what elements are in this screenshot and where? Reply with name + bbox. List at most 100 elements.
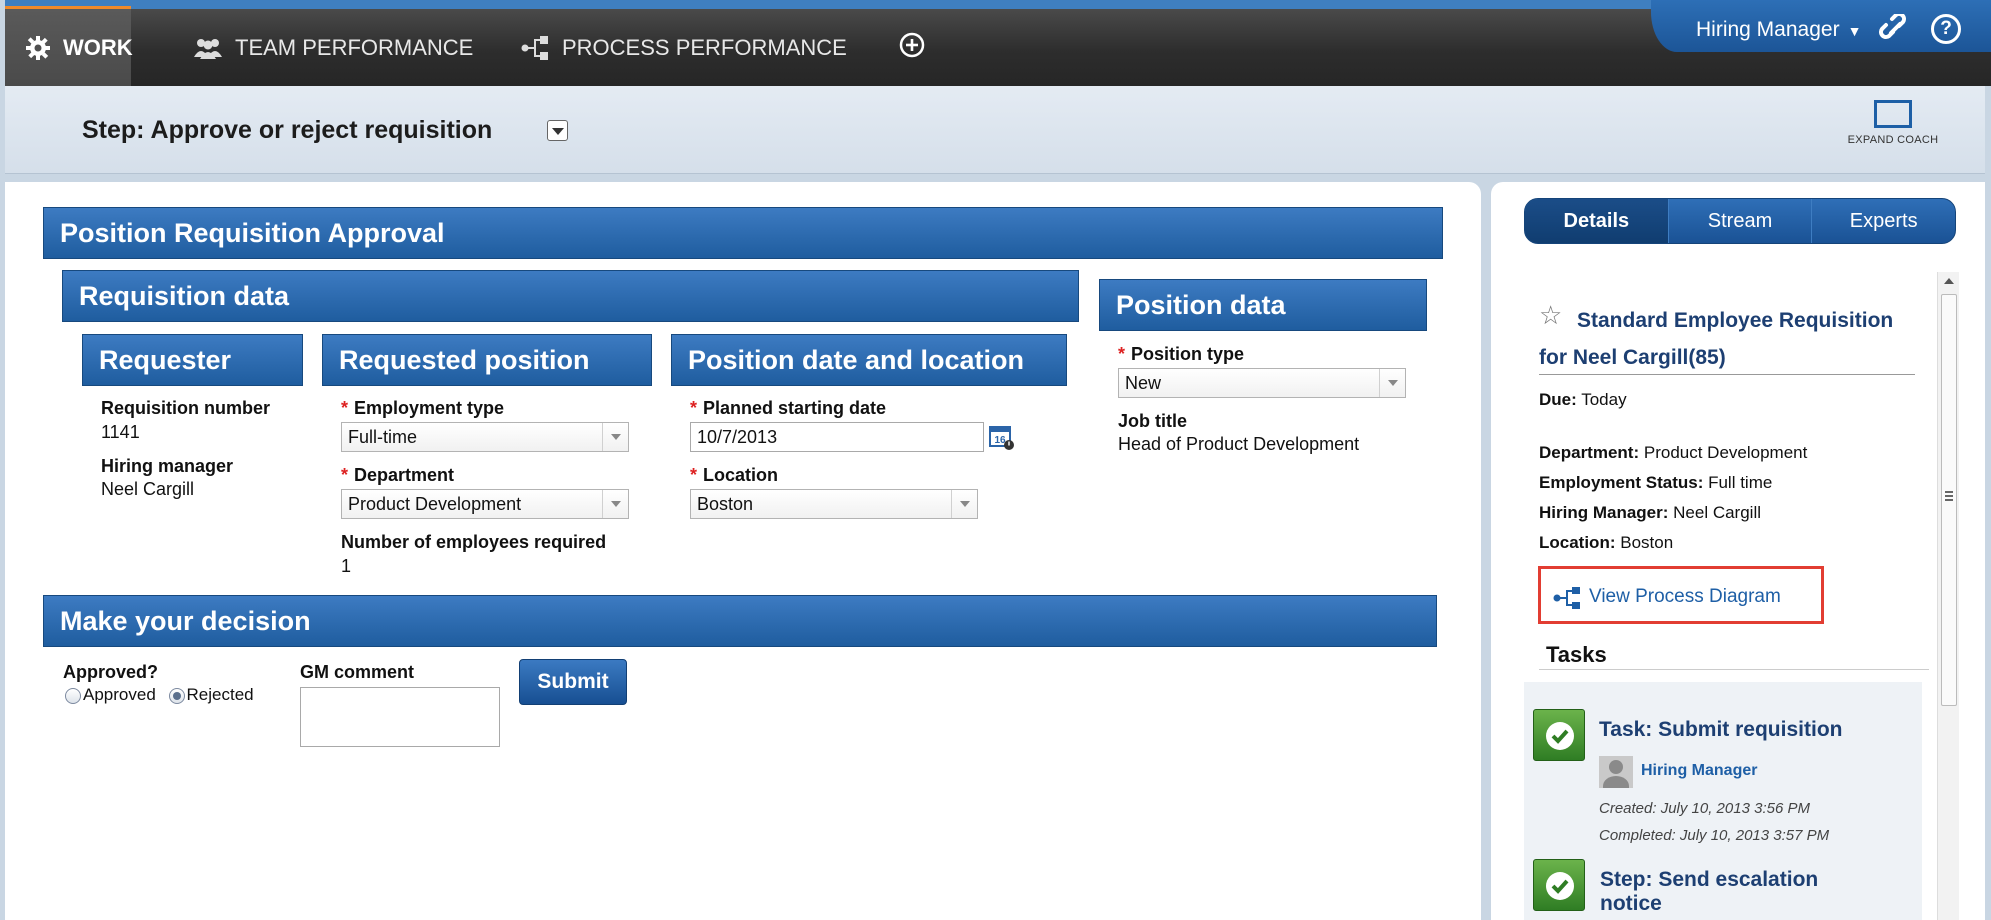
requisition-number-label: Requisition number xyxy=(101,398,271,418)
department-line: Department: Product Development xyxy=(1539,443,1808,462)
chevron-down-icon xyxy=(1379,369,1405,397)
user-bar: Hiring Manager ▼ ? xyxy=(1651,0,1991,52)
gm-comment-textarea[interactable] xyxy=(300,687,500,747)
tasks-heading: Tasks xyxy=(1546,642,1607,667)
plus-circle-icon xyxy=(898,31,926,65)
department-label: * Department xyxy=(341,465,455,485)
position-type-value: New xyxy=(1125,373,1162,393)
hiring-manager-label: Hiring manager xyxy=(101,456,234,476)
details-panel: Details Stream Experts ☆ Standard Employ… xyxy=(1491,182,1985,920)
nav-tab-team-performance[interactable]: TEAM PERFORMANCE xyxy=(193,9,473,86)
chevron-down-icon xyxy=(602,490,628,518)
radio-approved[interactable] xyxy=(65,687,81,704)
scroll-thumb[interactable] xyxy=(1941,294,1957,706)
employment-type-value: Full-time xyxy=(348,427,418,447)
top-navigation-bar: WORK TEAM PERFORMANCE PROCESS PERFORMANC… xyxy=(5,0,1991,86)
location-value: Boston xyxy=(1620,533,1674,552)
process-diagram-icon xyxy=(1553,587,1581,609)
view-process-diagram-label: View Process Diagram xyxy=(1589,586,1781,607)
decision-heading: Make your decision xyxy=(43,595,1437,647)
step-dropdown-button[interactable] xyxy=(547,120,568,141)
add-tab-button[interactable] xyxy=(898,9,926,86)
divider xyxy=(1539,374,1915,375)
hiring-manager-value: Neel Cargill xyxy=(1673,503,1762,522)
due-value: Today xyxy=(1581,390,1627,409)
chevron-down-icon xyxy=(951,490,977,518)
radio-rejected[interactable] xyxy=(168,687,185,704)
instance-title: Standard Employee Requisition for Neel C… xyxy=(1539,309,1894,369)
user-menu[interactable]: Hiring Manager ▼ xyxy=(1696,18,1861,42)
step-header: Step: Approve or reject requisition EXPA… xyxy=(5,86,1985,174)
requester-heading: Requester xyxy=(82,334,303,386)
expand-coach-label: EXPAND COACH xyxy=(1847,134,1939,146)
expand-coach-button[interactable]: EXPAND COACH xyxy=(1833,100,1953,146)
task-title-link[interactable]: Task: Submit requisition xyxy=(1599,718,1842,742)
employment-status-value: Full time xyxy=(1708,473,1773,492)
gm-comment-label: GM comment xyxy=(300,662,415,682)
nav-tab-process-performance[interactable]: PROCESS PERFORMANCE xyxy=(520,9,847,86)
completed-check-icon xyxy=(1533,709,1585,761)
task-created: Created: July 10, 2013 3:56 PM xyxy=(1599,800,1810,817)
hiring-manager-line: Hiring Manager: Neel Cargill xyxy=(1539,503,1762,522)
nav-tab-team-performance-label: TEAM PERFORMANCE xyxy=(235,34,474,60)
start-date-input[interactable]: 10/7/2013 xyxy=(690,422,984,452)
position-type-label: * Position type xyxy=(1118,344,1245,364)
department-value: Product Development xyxy=(348,494,522,514)
nav-tab-process-performance-label: PROCESS PERFORMANCE xyxy=(562,34,847,60)
scroll-up-arrow-icon[interactable] xyxy=(1944,278,1954,284)
submit-button[interactable]: Submit xyxy=(519,659,627,705)
due-line: Due: Today xyxy=(1539,390,1627,409)
requisition-number-value: 1141 xyxy=(101,422,140,442)
requisition-data-heading: Requisition data xyxy=(62,270,1079,322)
view-process-diagram-link[interactable]: View Process Diagram xyxy=(1538,566,1824,624)
approved-question-label: Approved? xyxy=(63,662,159,682)
user-name: Hiring Manager xyxy=(1696,18,1840,41)
tab-stream[interactable]: Stream xyxy=(1669,199,1813,243)
tab-details[interactable]: Details xyxy=(1525,199,1669,243)
divider xyxy=(1539,669,1929,670)
department-value: Product Development xyxy=(1643,443,1808,462)
radio-rejected-label: Rejected xyxy=(186,685,254,704)
employment-type-select[interactable]: Full-time xyxy=(341,422,629,452)
scrollbar[interactable] xyxy=(1937,272,1959,920)
details-tabs: Details Stream Experts xyxy=(1524,198,1956,244)
person-icon xyxy=(1599,756,1633,788)
chevron-down-icon xyxy=(602,423,628,451)
num-employees-label: Number of employees required xyxy=(341,532,607,552)
location-line: Location: Boston xyxy=(1539,533,1674,552)
step-title: Step: Approve or reject requisition xyxy=(82,116,493,144)
tab-experts[interactable]: Experts xyxy=(1812,199,1955,243)
coach-form-panel: Position Requisition Approval Requisitio… xyxy=(5,182,1481,920)
approval-radio-group: Approved Rejected xyxy=(65,685,254,705)
num-employees-value: 1 xyxy=(341,556,352,576)
job-title-label: Job title xyxy=(1118,411,1188,431)
task-completed: Completed: July 10, 2013 3:57 PM xyxy=(1599,827,1830,844)
gear-icon xyxy=(25,33,51,63)
location-select[interactable]: Boston xyxy=(690,489,978,519)
process-diagram-icon xyxy=(520,33,550,63)
employment-type-label: * Employment type xyxy=(341,398,505,418)
team-icon xyxy=(193,33,223,63)
date-location-heading: Position date and location xyxy=(671,334,1067,386)
employment-status-line: Employment Status: Full time xyxy=(1539,473,1773,492)
position-type-select[interactable]: New xyxy=(1118,368,1406,398)
link-icon[interactable] xyxy=(1879,12,1913,44)
nav-tab-work-label: WORK xyxy=(63,34,133,60)
requested-position-heading: Requested position xyxy=(322,334,652,386)
hiring-manager-value: Neel Cargill xyxy=(101,479,195,499)
calendar-icon[interactable]: 16 xyxy=(989,425,1015,451)
completed-check-icon xyxy=(1533,859,1585,911)
caret-down-icon: ▼ xyxy=(1847,23,1862,39)
task-title-link[interactable]: Step: Send escalation notice xyxy=(1600,868,1860,916)
grip-icon xyxy=(1945,491,1953,501)
help-icon[interactable]: ? xyxy=(1931,14,1961,44)
nav-tab-work[interactable]: WORK xyxy=(5,6,133,86)
start-date-label: * Planned starting date xyxy=(690,398,887,418)
task-user-link[interactable]: Hiring Manager xyxy=(1641,762,1757,780)
location-value: Boston xyxy=(697,494,754,514)
radio-approved-label: Approved xyxy=(83,685,156,704)
position-data-heading: Position data xyxy=(1099,279,1427,331)
expand-icon xyxy=(1874,100,1912,128)
department-select[interactable]: Product Development xyxy=(341,489,629,519)
job-title-value: Head of Product Development xyxy=(1118,434,1360,454)
